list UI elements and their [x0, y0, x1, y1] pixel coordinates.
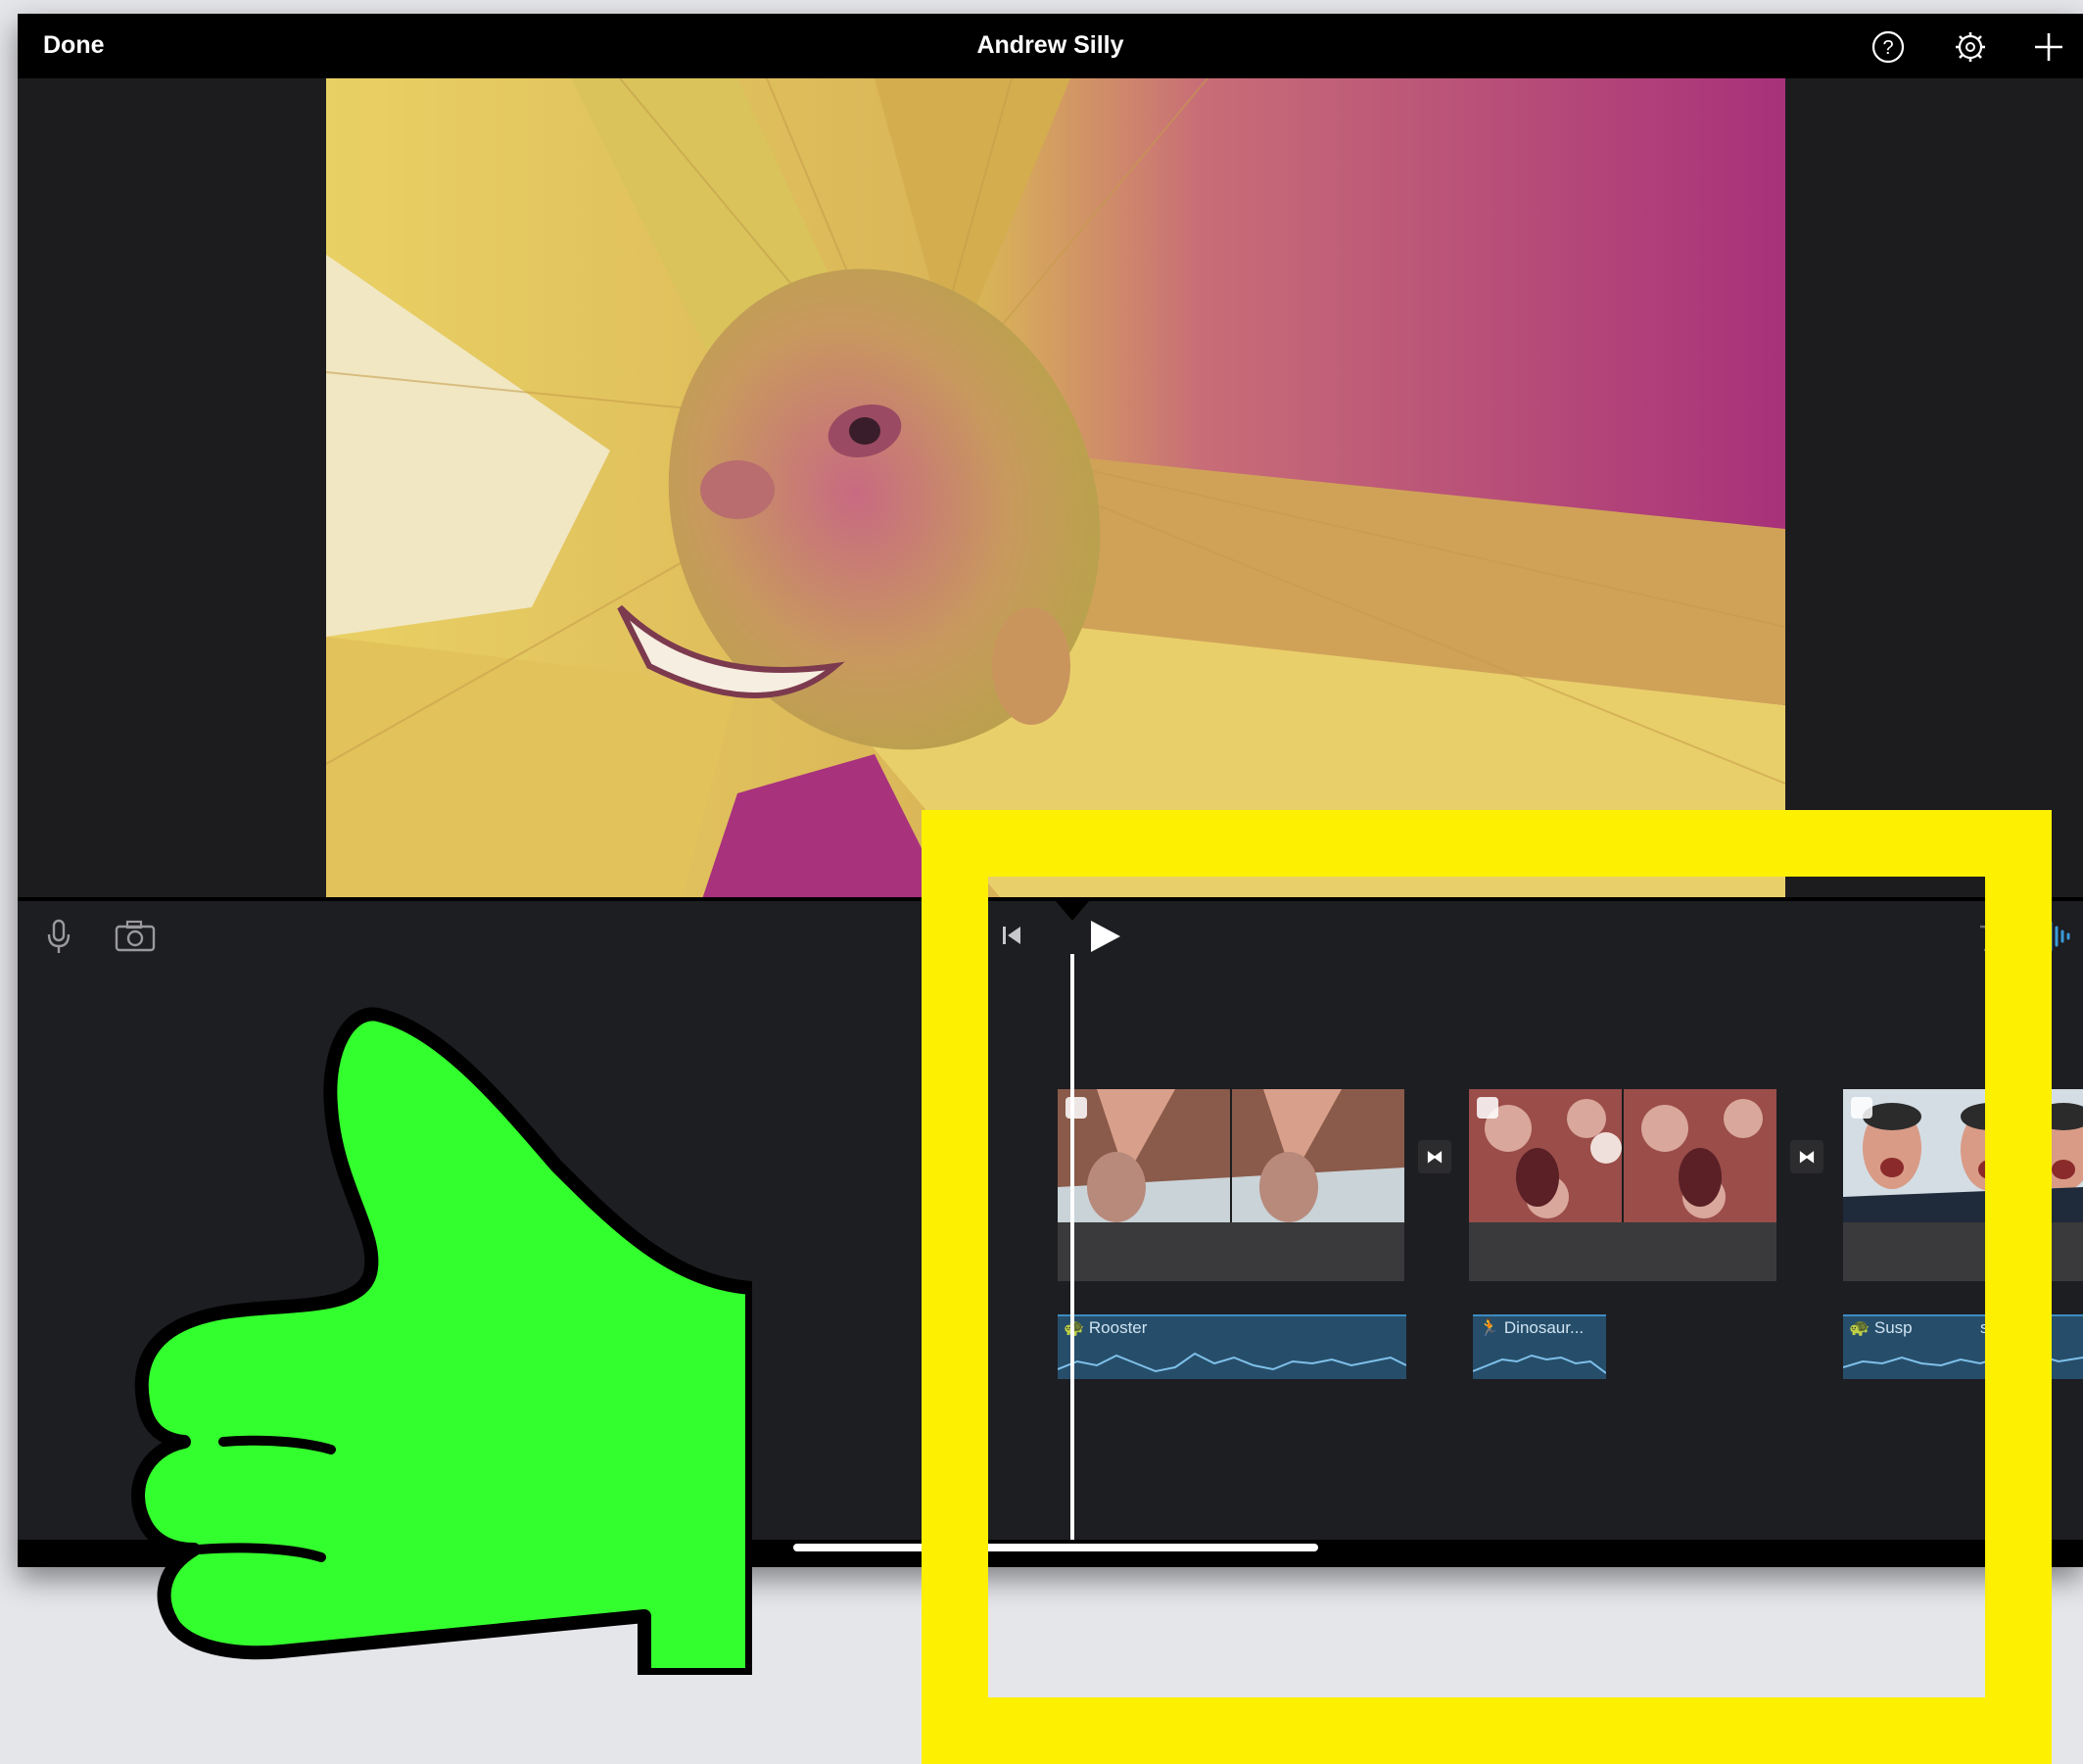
video-viewer[interactable]: [18, 78, 2083, 911]
project-title: Andrew Silly: [976, 31, 1124, 59]
settings-icon[interactable]: [1951, 27, 1990, 67]
top-bar: Done Andrew Silly ?: [18, 14, 2083, 78]
microphone-icon[interactable]: [41, 917, 76, 956]
yellow-highlight-box: [922, 810, 2052, 1764]
add-icon[interactable]: [2029, 27, 2068, 67]
video-preview: [326, 78, 1785, 911]
camera-icon[interactable]: [114, 919, 157, 954]
help-icon[interactable]: ?: [1869, 27, 1908, 67]
svg-text:?: ?: [1882, 37, 1893, 59]
thumbs-up-icon: [131, 1007, 752, 1675]
